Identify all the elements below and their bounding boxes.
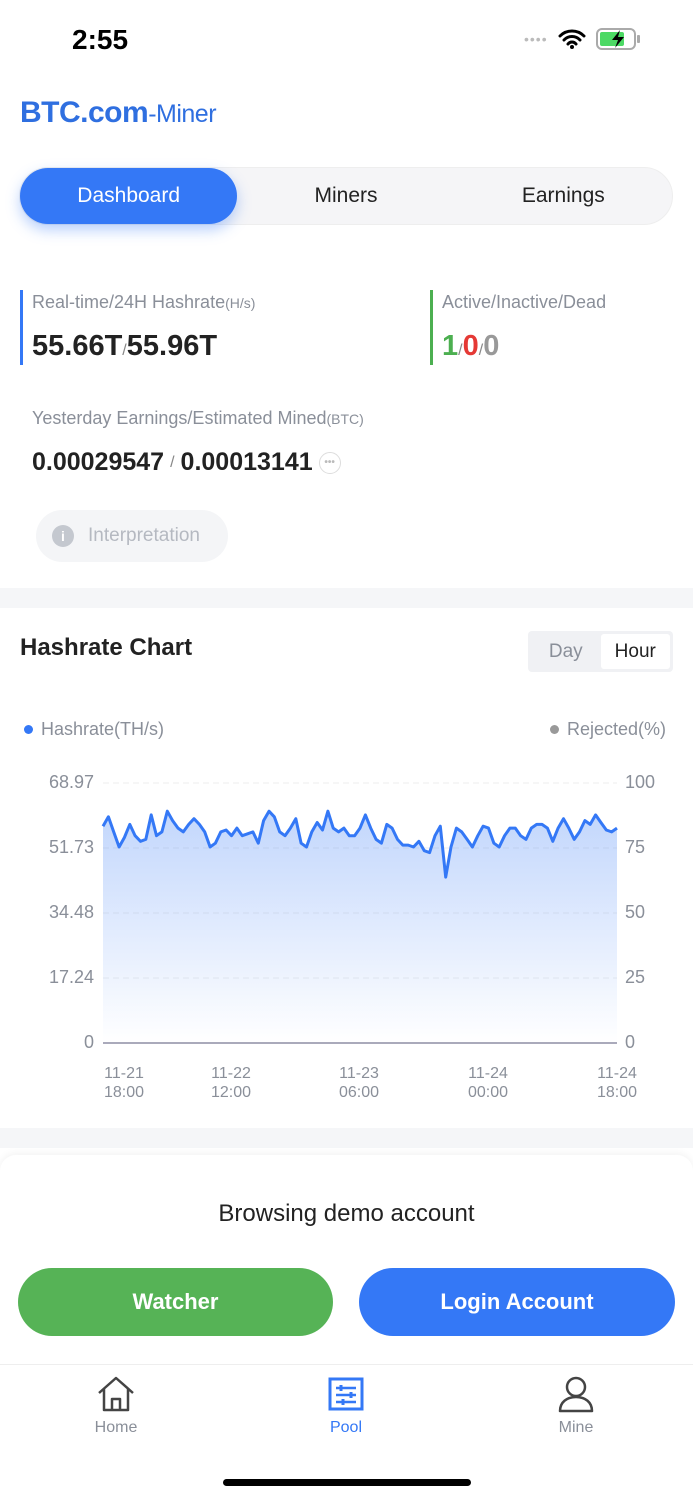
login-button[interactable]: Login Account [359, 1268, 675, 1336]
nav-home[interactable]: Home [56, 1375, 176, 1437]
nav-pool[interactable]: Pool [286, 1375, 406, 1437]
home-indicator [223, 1479, 471, 1486]
watcher-button[interactable]: Watcher [18, 1268, 333, 1336]
nav-mine[interactable]: Mine [516, 1375, 636, 1437]
tabbar-divider [0, 1364, 693, 1365]
demo-text: Browsing demo account [218, 1200, 475, 1227]
hashrate-area [103, 811, 617, 1043]
home-icon [98, 1376, 134, 1412]
pool-icon [328, 1377, 364, 1411]
user-icon [558, 1376, 594, 1413]
section-divider [0, 1128, 693, 1148]
hashrate-chart [101, 782, 618, 1044]
